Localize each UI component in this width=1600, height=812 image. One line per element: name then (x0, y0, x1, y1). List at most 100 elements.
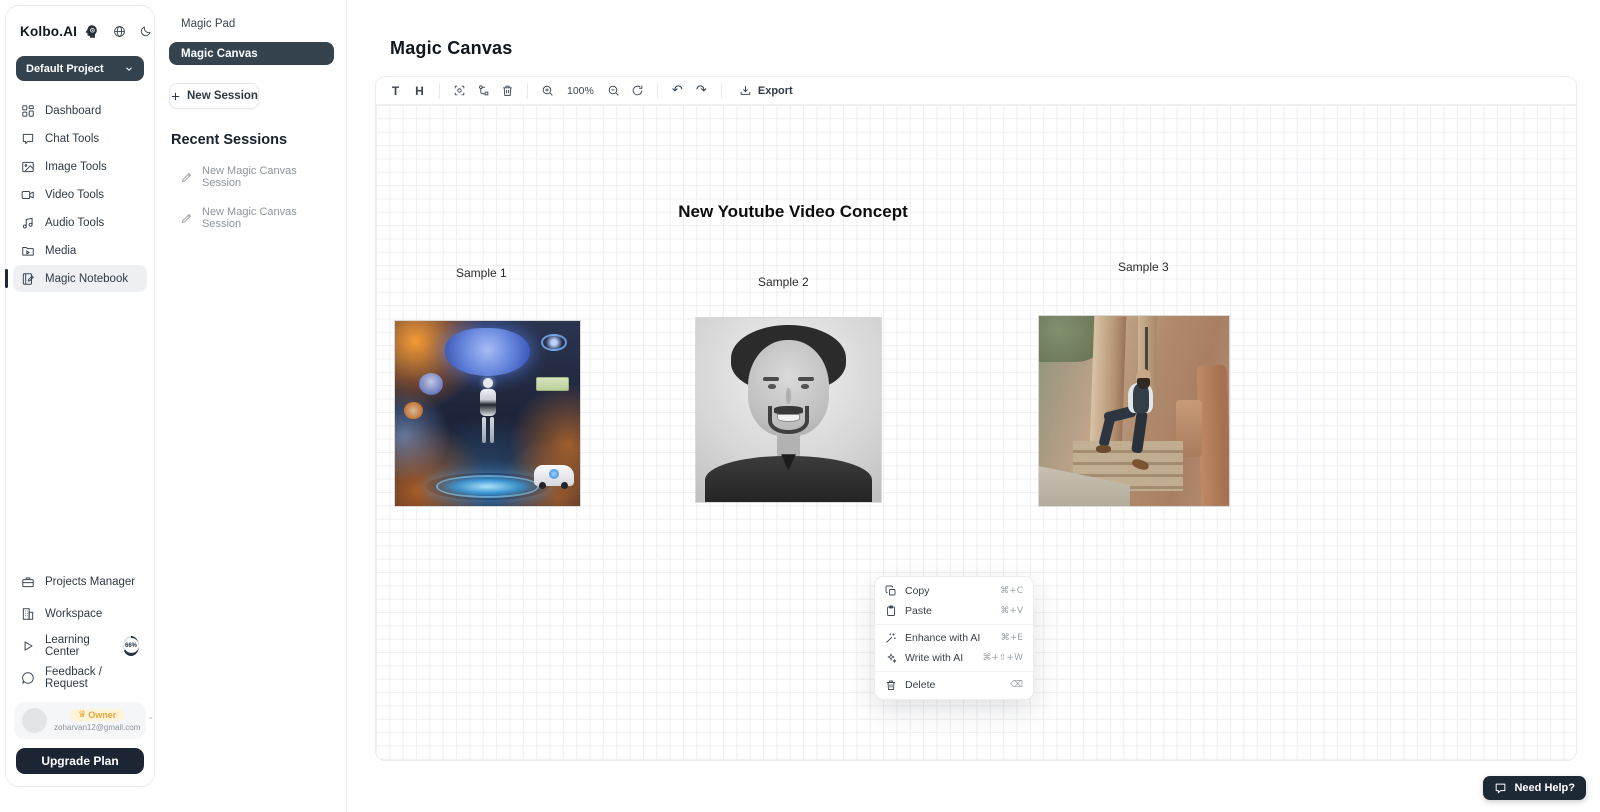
learning-progress-value: 66% (124, 638, 139, 653)
context-menu-item-paste[interactable]: Paste ⌘+V (875, 601, 1033, 621)
sidebar-item-projects-manager[interactable]: Projects Manager (13, 567, 147, 596)
shortcut-hint: ⌘+C (1000, 586, 1023, 596)
shortcut-hint: ⌘+⇧+W (982, 653, 1023, 663)
export-button[interactable]: Export (739, 84, 793, 97)
context-menu-item-label: Write with AI (905, 652, 974, 664)
delete-tool-button[interactable] (496, 80, 519, 101)
robot-leg-shape (490, 417, 494, 443)
session-item-label: New Magic Canvas Session (202, 206, 332, 230)
select-scan-tool-button[interactable] (448, 80, 471, 101)
shortcut-hint: ⌘+V (1000, 606, 1023, 616)
context-menu-item-label: Delete (905, 679, 1002, 691)
digital-brain-shape (445, 328, 530, 376)
media-icon (21, 244, 35, 258)
audio-tools-icon (21, 216, 35, 230)
plus-icon (170, 91, 181, 102)
context-menu-item-enhance-with-ai[interactable]: Enhance with AI ⌘+E (875, 628, 1033, 648)
tab-magic-pad[interactable]: Magic Pad (157, 15, 346, 33)
magic-canvas-container: T H 100% ↶ ↷ Export New Youtube Video Co… (375, 76, 1577, 761)
sidebar-item-feedback[interactable]: Feedback / Request (13, 663, 147, 692)
learning-progress-ring: 66% (123, 636, 139, 656)
upgrade-plan-button[interactable]: Upgrade Plan (16, 748, 144, 774)
user-account-card[interactable]: ♛Owner zoharvan12@gmail.com ⌃ (14, 702, 146, 739)
sidebar-item-label: Workspace (45, 608, 102, 620)
project-selector-label: Default Project (26, 63, 104, 75)
portrait-eye-shape (768, 384, 775, 389)
recent-session-item[interactable]: New Magic Canvas Session (157, 165, 346, 189)
sample-3-image[interactable] (1038, 315, 1230, 507)
portrait-mustache-shape (774, 406, 804, 413)
connector-flow-tool-button[interactable] (472, 80, 495, 101)
reset-rotate-button[interactable] (626, 80, 649, 101)
session-item-label: New Magic Canvas Session (202, 165, 332, 189)
context-menu-item-copy[interactable]: Copy ⌘+C (875, 581, 1033, 601)
zoom-level-value[interactable]: 100% (560, 85, 601, 97)
delete-icon (885, 679, 897, 691)
canvas-grid[interactable]: New Youtube Video Concept Sample 1 Sampl… (376, 105, 1576, 760)
brain-logo-icon (84, 24, 99, 39)
sidebar-item-learning-center[interactable]: Learning Center 66% (13, 631, 147, 660)
download-icon (739, 84, 752, 97)
sidebar-item-label: Video Tools (45, 189, 104, 201)
recent-sessions-heading: Recent Sessions (171, 132, 346, 148)
sample-2-label[interactable]: Sample 2 (758, 275, 809, 289)
glowing-platform-shape (426, 473, 548, 501)
need-help-button[interactable]: Need Help? (1483, 776, 1586, 800)
chevron-down-icon (124, 64, 134, 74)
context-menu-item-write-with-ai[interactable]: Write with AI ⌘+⇧+W (875, 648, 1033, 668)
heart-glyph-shape (419, 373, 443, 395)
role-badge-label: Owner (88, 710, 116, 720)
sample-1-image[interactable] (394, 320, 581, 507)
sample-2-image[interactable] (695, 317, 882, 503)
eye-glyph-shape (541, 334, 567, 351)
sidebar-item-magic-notebook[interactable]: Magic Notebook (13, 265, 147, 292)
chat-tools-icon (21, 132, 35, 146)
shortcut-hint: ⌘+E (1001, 633, 1023, 643)
sidebar-item-dashboard[interactable]: Dashboard (13, 97, 147, 124)
need-help-label: Need Help? (1514, 782, 1575, 794)
sidebar-item-label: Audio Tools (45, 217, 104, 229)
context-menu-item-delete[interactable]: Delete ⌫ (875, 675, 1033, 695)
toolbar-divider (721, 83, 722, 99)
undo-button[interactable]: ↶ (666, 80, 689, 101)
sidebar-item-label: Chat Tools (45, 133, 99, 145)
redo-button[interactable]: ↷ (690, 80, 713, 101)
new-session-label: New Session (187, 90, 258, 102)
dark-mode-moon-icon[interactable] (139, 25, 152, 38)
new-session-button[interactable]: New Session (169, 83, 259, 109)
copy-icon (885, 585, 897, 597)
sample-1-label[interactable]: Sample 1 (456, 266, 507, 280)
sidebar-item-media[interactable]: Media (13, 237, 147, 264)
language-globe-icon[interactable] (113, 25, 126, 38)
sessions-panel: Magic Pad Magic Canvas New Session Recen… (157, 0, 347, 812)
sidebar-item-video-tools[interactable]: Video Tools (13, 181, 147, 208)
text-tool-button[interactable]: T (384, 80, 407, 101)
portrait-eye-shape (801, 384, 808, 389)
context-menu: Copy ⌘+C Paste ⌘+V Enhance with AI ⌘+E W… (874, 576, 1034, 700)
pencil-icon (181, 212, 193, 224)
glow-orb-shape (404, 402, 423, 419)
logo-row: Kolbo.AI (6, 20, 154, 42)
robot-leg-shape (482, 417, 486, 443)
sidebar-item-image-tools[interactable]: Image Tools (13, 153, 147, 180)
toolbar-divider (527, 83, 528, 99)
sidebar-item-chat-tools[interactable]: Chat Tools (13, 125, 147, 152)
board-title-text[interactable]: New Youtube Video Concept (663, 202, 923, 222)
sidebar-item-label: Learning Center (45, 634, 111, 658)
tab-magic-canvas[interactable]: Magic Canvas (169, 42, 334, 65)
sample-3-label[interactable]: Sample 3 (1118, 260, 1169, 274)
heading-tool-button[interactable]: H (408, 80, 431, 101)
help-chat-icon (1494, 782, 1507, 795)
sidebar-item-audio-tools[interactable]: Audio Tools (13, 209, 147, 236)
zoom-out-button[interactable] (602, 80, 625, 101)
toolbar-divider (439, 83, 440, 99)
zoom-in-button[interactable] (536, 80, 559, 101)
context-menu-item-label: Copy (905, 585, 992, 597)
project-selector-dropdown[interactable]: Default Project (16, 56, 144, 81)
sidebar-item-workspace[interactable]: Workspace (13, 599, 147, 628)
shortcut-hint: ⌫ (1010, 680, 1023, 690)
paste-icon (885, 605, 897, 617)
canvas-toolbar: T H 100% ↶ ↷ Export (376, 77, 1576, 105)
portrait-brow-shape (798, 377, 815, 381)
recent-session-item[interactable]: New Magic Canvas Session (157, 206, 346, 230)
